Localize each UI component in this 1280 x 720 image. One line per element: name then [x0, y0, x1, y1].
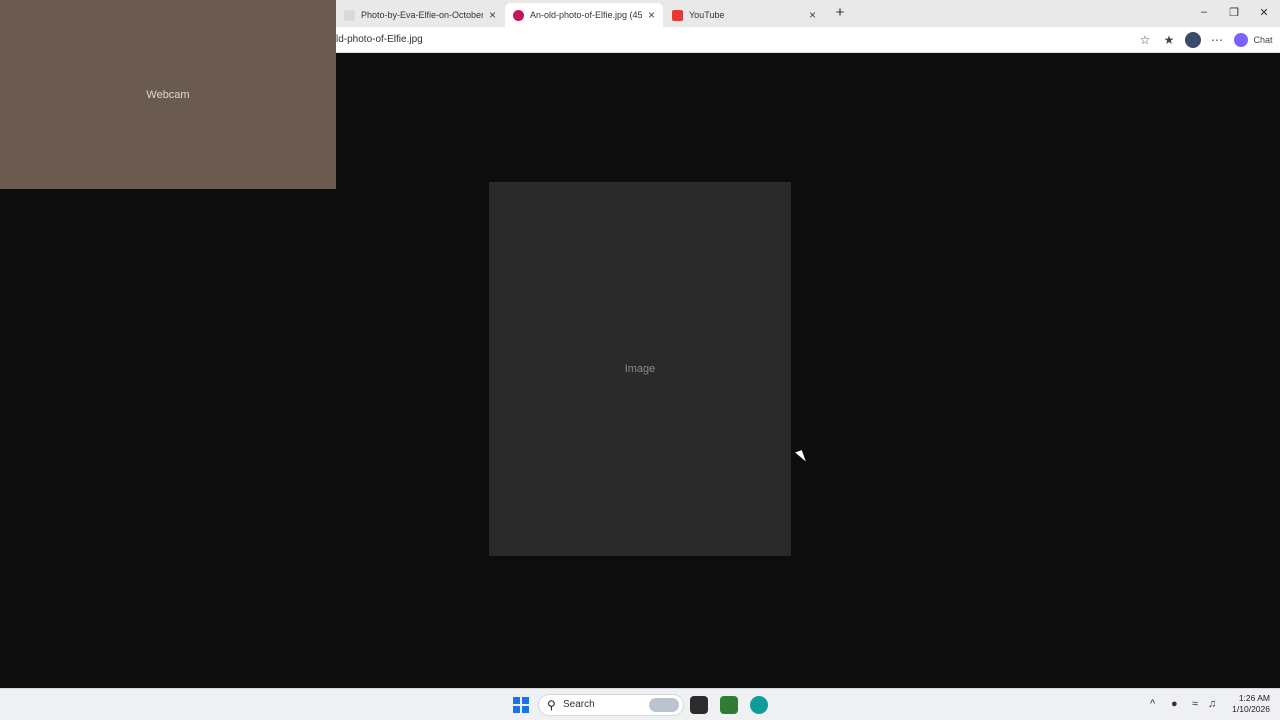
task-view-icon[interactable] — [690, 696, 708, 714]
app-icon[interactable] — [720, 696, 738, 714]
search-placeholder: Search — [563, 699, 595, 710]
start-button[interactable] — [513, 697, 529, 713]
displayed-photo: Image — [489, 182, 791, 556]
image-icon — [513, 9, 524, 21]
wifi-icon[interactable]: ≈ — [1192, 698, 1198, 710]
favorite-star-icon[interactable]: ☆ — [1137, 32, 1153, 48]
webcam-overlay: Webcam — [0, 0, 336, 189]
url-text[interactable]: ld-photo-of-Elfie.jpg — [336, 34, 423, 45]
clock-date: 1/10/2026 — [1232, 703, 1270, 714]
close-icon[interactable]: × — [648, 8, 655, 22]
minimize-button[interactable]: – — [1190, 6, 1218, 18]
search-icon: ⚲ — [547, 698, 556, 712]
tab-label: Photo-by-Eva-Elfie-on-October-1... — [361, 10, 483, 20]
clock-time: 1:26 AM — [1238, 693, 1270, 703]
close-icon[interactable]: × — [489, 8, 496, 22]
restore-button[interactable]: ❐ — [1220, 6, 1248, 19]
close-window-button[interactable]: ✕ — [1250, 6, 1278, 19]
tab-an-old-photo[interactable]: An-old-photo-of-Elfie.jpg (453×5... × — [505, 3, 663, 27]
favorites-icon[interactable]: ★ — [1161, 32, 1177, 48]
new-tab-button[interactable]: + — [826, 4, 854, 21]
tab-label: An-old-photo-of-Elfie.jpg (453×5... — [530, 10, 642, 20]
profile-avatar[interactable] — [1185, 32, 1201, 48]
tab-photo-by-eva-elfie[interactable]: Photo-by-Eva-Elfie-on-October-1... × — [336, 3, 504, 27]
youtube-icon — [672, 9, 683, 21]
webcam-placeholder: Webcam — [146, 88, 190, 101]
chevron-up-icon[interactable]: ^ — [1150, 698, 1155, 710]
microphone-icon[interactable]: ● — [1171, 698, 1178, 710]
photo-placeholder: Image — [624, 362, 656, 375]
file-icon — [344, 9, 355, 21]
edge-icon[interactable] — [750, 696, 768, 714]
more-menu-icon[interactable]: ⋯ — [1209, 32, 1225, 48]
close-icon[interactable]: × — [809, 8, 816, 22]
tab-label: YouTube — [689, 10, 725, 20]
chat-button[interactable]: Chat — [1252, 32, 1274, 48]
tab-youtube[interactable]: YouTube × — [664, 3, 824, 27]
volume-icon[interactable]: ♫ — [1208, 698, 1216, 710]
search-highlight-image — [649, 698, 679, 712]
taskbar-search[interactable]: ⚲ Search — [538, 694, 684, 716]
clock[interactable]: 1:26 AM 1/10/2026 — [1232, 693, 1270, 714]
taskbar: ⚲ Search ^ ● ≈ ♫ 1:26 AM 1/10/2026 — [0, 688, 1280, 720]
copilot-icon[interactable] — [1234, 33, 1248, 47]
